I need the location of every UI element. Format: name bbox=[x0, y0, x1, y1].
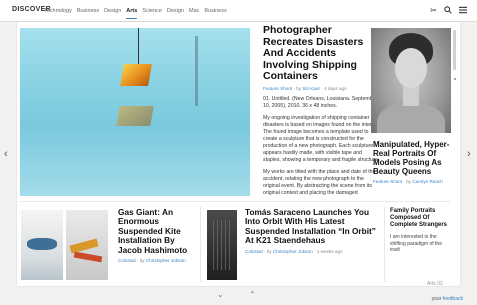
tab-technology[interactable]: Technology bbox=[44, 8, 72, 14]
bottom-article-1-title[interactable]: Gas Giant: An Enormous Suspended Kite In… bbox=[118, 207, 198, 255]
bottom-article-3-title[interactable]: Family Portraits Composed Of Complete St… bbox=[390, 208, 452, 229]
right-article-source[interactable]: Feature Shoot bbox=[373, 179, 402, 184]
portrait-image[interactable] bbox=[371, 28, 451, 133]
next-page-arrow-icon[interactable]: › bbox=[467, 148, 471, 160]
bottom-article-2[interactable]: Tomás Saraceno Launches You Into Orbit W… bbox=[245, 207, 379, 254]
search-icon[interactable] bbox=[444, 6, 452, 16]
magazine-page: Photographer Recreates Disasters And Acc… bbox=[17, 22, 460, 287]
previous-page-arrow-icon[interactable]: ‹ bbox=[4, 148, 8, 160]
scroll-dot bbox=[454, 78, 456, 80]
chevron-up-icon[interactable]: ⌃ bbox=[249, 290, 256, 299]
tab-arts[interactable]: Arts bbox=[126, 8, 138, 19]
row-divider bbox=[20, 201, 450, 202]
image-container bbox=[120, 64, 152, 86]
feature-article[interactable]: Photographer Recreates Disasters And Acc… bbox=[263, 25, 381, 197]
feedback-prefix: your bbox=[431, 296, 442, 302]
category-tabs: Technology Business Design Arts Science … bbox=[44, 8, 227, 19]
feature-paragraph: My ongoing investigation of shipping con… bbox=[263, 114, 381, 163]
tab-business[interactable]: Business bbox=[77, 8, 99, 14]
top-navigation-bar: DISCOVER Technology Business Design Arts… bbox=[0, 0, 477, 22]
feature-paragraph: My works are titled with the place and d… bbox=[263, 168, 376, 196]
bottom-article-1-source[interactable]: Colossal bbox=[118, 258, 136, 263]
by-label: by bbox=[296, 85, 302, 91]
by-label: by bbox=[406, 179, 412, 184]
feature-time: 4 days ago bbox=[324, 85, 347, 91]
bottom-article-3-body: I am interested in the shifting paradigm… bbox=[390, 234, 442, 253]
bottom-article-2-meta: Colossal · by Christopher Jobson · 1 wee… bbox=[245, 248, 343, 254]
menu-icon[interactable] bbox=[459, 6, 467, 16]
right-article-meta: Feature Shoot · by Carolyn Reach bbox=[373, 179, 443, 184]
feedback-area: your feedback bbox=[432, 296, 463, 302]
bottom-article-2-author[interactable]: Christopher Jobson bbox=[273, 249, 313, 254]
image-wire bbox=[138, 28, 139, 66]
right-article[interactable]: Manipulated, Hyper-Real Portraits Of Mod… bbox=[373, 140, 455, 184]
right-article-title[interactable]: Manipulated, Hyper-Real Portraits Of Mod… bbox=[373, 140, 455, 176]
feature-paragraph: 01. Untitled. (New Orleans, Louisiana. S… bbox=[263, 95, 378, 109]
tab-design-2[interactable]: Design bbox=[167, 8, 184, 14]
column-divider bbox=[384, 206, 385, 282]
thumb-shape bbox=[27, 238, 57, 250]
bottom-article-1[interactable]: Gas Giant: An Enormous Suspended Kite In… bbox=[118, 207, 198, 264]
gas-giant-thumbnail-1[interactable] bbox=[21, 210, 63, 280]
by-label: by bbox=[139, 258, 145, 264]
feature-source[interactable]: Feature Shoot bbox=[263, 86, 292, 91]
thumb-shape bbox=[213, 220, 231, 270]
tab-mac[interactable]: Mac bbox=[189, 8, 199, 14]
image-post bbox=[195, 36, 198, 106]
feature-meta: Feature Shoot · by Siri Kaur · 4 days ag… bbox=[263, 85, 347, 91]
right-article-author[interactable]: Carolyn Reach bbox=[412, 179, 442, 184]
scissors-icon[interactable]: ✂ bbox=[430, 6, 437, 16]
thumb-shape bbox=[73, 251, 103, 263]
bottom-article-2-time: 1 weeks ago bbox=[316, 248, 343, 254]
bottom-article-2-source[interactable]: Colossal bbox=[245, 249, 263, 254]
tab-science[interactable]: Science bbox=[142, 8, 162, 14]
portrait-face bbox=[395, 48, 427, 88]
toolbar-icons: ✂ bbox=[430, 6, 467, 16]
bottom-article-1-meta: Colossal · by Christopher Jobson bbox=[118, 258, 186, 264]
scrollbar[interactable] bbox=[453, 30, 456, 130]
tab-business-2[interactable]: Business bbox=[204, 8, 226, 14]
in-orbit-thumbnail[interactable] bbox=[207, 210, 237, 280]
by-label: by bbox=[266, 248, 272, 254]
bottom-article-2-title[interactable]: Tomás Saraceno Launches You Into Orbit W… bbox=[245, 207, 379, 246]
chevron-down-icon[interactable]: ⌄ bbox=[217, 290, 224, 299]
tab-design[interactable]: Design bbox=[104, 8, 121, 14]
bottom-article-3[interactable]: Family Portraits Composed Of Complete St… bbox=[390, 208, 452, 254]
feature-author[interactable]: Siri Kaur bbox=[302, 86, 320, 91]
column-divider bbox=[200, 206, 201, 282]
image-reflection bbox=[116, 106, 154, 126]
bottom-article-1-author[interactable]: Christopher Jobson bbox=[146, 258, 186, 263]
page-number: Arts 02 bbox=[427, 281, 443, 287]
portrait-shoulders bbox=[377, 102, 445, 133]
feature-image[interactable] bbox=[20, 28, 250, 196]
feedback-link[interactable]: feedback bbox=[443, 296, 463, 302]
feature-title[interactable]: Photographer Recreates Disasters And Acc… bbox=[263, 25, 381, 83]
scrollbar-thumb[interactable] bbox=[453, 30, 456, 70]
gas-giant-thumbnail-2[interactable] bbox=[66, 210, 108, 280]
